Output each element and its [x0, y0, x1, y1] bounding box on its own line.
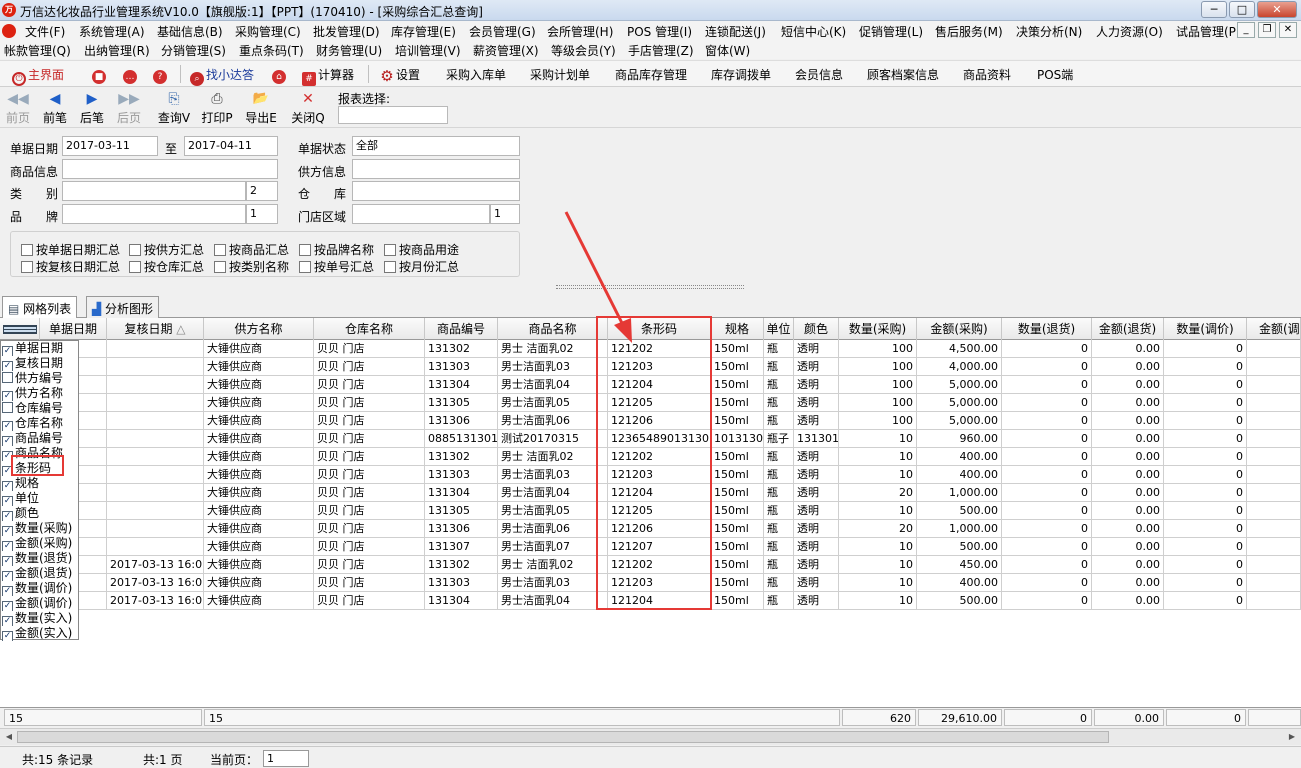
annotation-arrow [564, 211, 632, 343]
